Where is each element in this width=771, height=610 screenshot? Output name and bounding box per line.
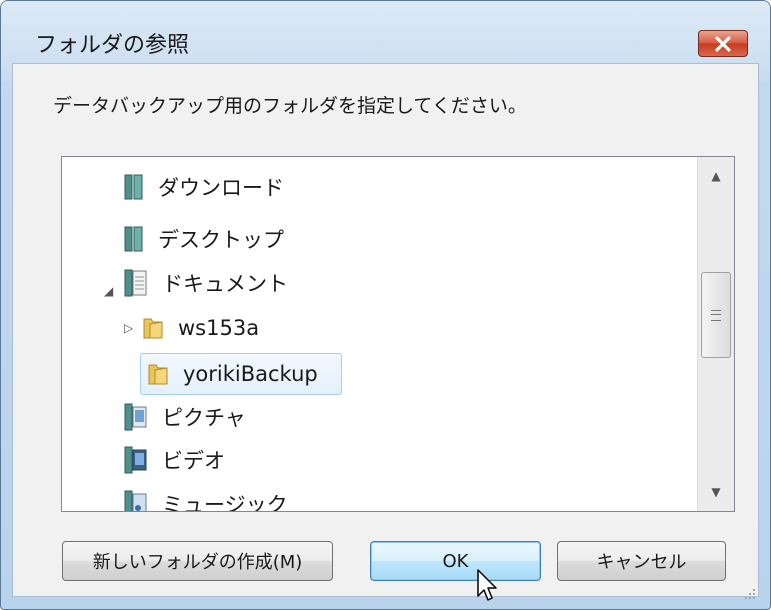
- close-icon: [715, 35, 731, 52]
- mouse-cursor-icon: [477, 569, 497, 601]
- tree-item-ws153a[interactable]: ws153a: [142, 308, 259, 348]
- arrow-up-icon: ▲: [711, 169, 721, 183]
- folder-icon: [143, 318, 163, 339]
- library-icon: [124, 174, 143, 200]
- scroll-down-button[interactable]: ▼: [698, 473, 734, 511]
- folder-browse-dialog: フォルダの参照 データバックアップ用のフォルダを指定してください。 ダウンロード…: [0, 0, 771, 610]
- tree-item-label: デスクトップ: [158, 228, 284, 252]
- tree-item-videos[interactable]: ビデオ: [124, 440, 225, 480]
- close-button[interactable]: [698, 30, 748, 57]
- pictures-library-icon: [124, 403, 147, 431]
- instruction-text: データバックアップ用のフォルダを指定してください。: [53, 95, 527, 117]
- tree-item-downloads[interactable]: ダウンロード: [124, 167, 284, 207]
- resize-grip-icon[interactable]: [743, 587, 757, 601]
- tree-item-documents[interactable]: ドキュメント: [124, 263, 288, 303]
- tree-item-label: yorikiBackup: [183, 362, 318, 386]
- videos-library-icon: [124, 446, 147, 474]
- arrow-down-icon: ▼: [711, 485, 721, 499]
- expand-arrow-icon[interactable]: ▷: [124, 321, 133, 335]
- grip-icon: [711, 309, 721, 321]
- tree-item-label: ws153a: [178, 316, 260, 340]
- new-folder-button[interactable]: 新しいフォルダの作成(M): [62, 541, 333, 581]
- vertical-scrollbar[interactable]: ▲ ▼: [697, 157, 734, 511]
- cancel-button[interactable]: キャンセル: [557, 541, 726, 581]
- documents-library-icon: [124, 269, 147, 297]
- tree-item-pictures[interactable]: ピクチャ: [124, 397, 246, 437]
- tree-item-label: ミュージック: [162, 493, 288, 512]
- collapse-arrow-icon[interactable]: ◢: [104, 284, 113, 298]
- tree-item-label: ダウンロード: [158, 176, 284, 200]
- tree-item-music[interactable]: ミュージック: [124, 484, 288, 512]
- music-library-icon: [124, 490, 147, 511]
- tree-item-label: ピクチャ: [162, 406, 246, 430]
- tree-item-desktop[interactable]: デスクトップ: [124, 219, 284, 259]
- folder-icon: [148, 364, 168, 385]
- window-title: フォルダの参照: [35, 33, 190, 58]
- scroll-up-button[interactable]: ▲: [698, 157, 734, 195]
- tree-item-yorikibackup[interactable]: yorikiBackup: [140, 353, 342, 395]
- ok-button[interactable]: OK: [370, 541, 541, 581]
- tree-item-label: ビデオ: [162, 449, 225, 473]
- folder-tree[interactable]: ダウンロード デスクトップ ◢ ドキュメント ▷ ws153a yorikiBa…: [61, 156, 735, 512]
- scrollbar-thumb[interactable]: [701, 272, 731, 358]
- tree-item-label: ドキュメント: [162, 272, 288, 296]
- library-icon: [124, 226, 143, 252]
